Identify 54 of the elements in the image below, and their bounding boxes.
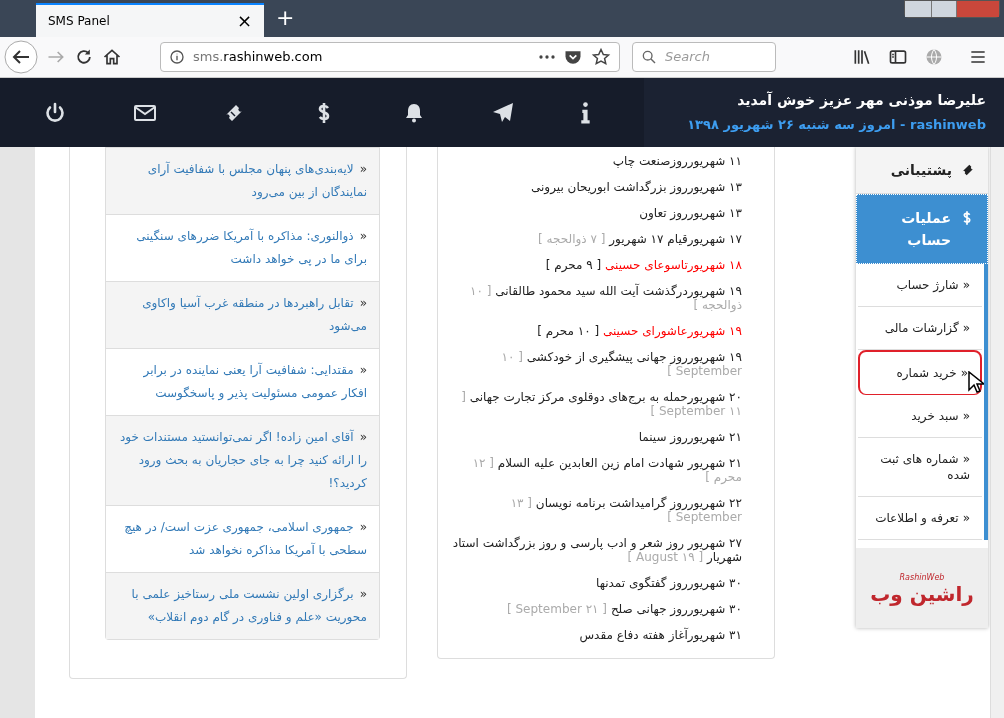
browser-tab[interactable]: SMS Panel × xyxy=(36,3,264,37)
welcome-text: علیرضا موذنی مهر عزیز خوش آمدید xyxy=(736,90,986,111)
event-item: ۳۱ شهریورآغاز هفته دفاع مقدس xyxy=(578,626,742,645)
submenu-item[interactable]: « گزارشات مالی xyxy=(858,307,982,350)
cursor-icon xyxy=(968,371,984,395)
new-tab-icon[interactable]: + xyxy=(276,7,295,29)
info-icon xyxy=(581,101,592,124)
sidebar-item[interactable]: پشتیبانی xyxy=(856,147,988,194)
search-icon xyxy=(641,49,657,65)
date-text: rashinweb - امروز سه شنبه ۲۶ شهریور ۱۳۹۸ xyxy=(686,116,986,135)
submenu-item[interactable]: « سبد خرید xyxy=(858,395,982,438)
news-link[interactable]: « لایه‌بندی‌های پنهان مجلس با شفافیت آرای نمایندگان از بین می‌رود xyxy=(118,158,367,204)
event-item: ۱۷ شهریورقیام ۱۷ شهریور [ ۷ ذوالحجه ] xyxy=(537,231,742,249)
submenu-item[interactable]: « تعرفه و اطلاعات xyxy=(858,497,982,540)
tab-title: SMS Panel xyxy=(48,13,110,30)
event-item: ۱۱ شهریورروزصنعت چاپ xyxy=(611,153,742,171)
event-item: ۱۹ شهریوردرگذشت آیت الله سید محمود طالقانی [ ۱۰ ذوالحجه ] xyxy=(469,282,742,314)
news-link[interactable]: « مقتدایی: شفافیت آرا یعنی نماینده در برابر افکار عمومی مسئولیت پذیر و پاسخگوست xyxy=(118,359,367,405)
event-item: ۱۳ شهریورروز بزرگداشت ابوریحان بیرونی xyxy=(530,179,742,197)
back-icon[interactable] xyxy=(4,40,38,74)
event-item: ۱۹ شهریورروز جهانی پیشگیری از خودکشی [ ۱۰ September ] xyxy=(500,349,742,380)
more-icon[interactable] xyxy=(539,53,555,61)
event-item: ۲۷ شهریور روز شعر و ادب پارسی و روز بزرگداشت استاد شهریار [ ۱۹ August ] xyxy=(451,535,742,566)
scrollbar[interactable] xyxy=(990,147,1004,718)
event-item: ۲۱ شهریورروز سینما xyxy=(637,429,742,447)
event-item: ۲۱ شهریور شهادت امام زین العابدین علیه السلام [ ۱۲ محرم ] xyxy=(471,455,742,486)
event-item: ۱۸ شهریورتاسوعای حسینی [ ۹ محرم ] xyxy=(544,257,742,275)
home-icon[interactable] xyxy=(102,47,122,67)
news-link[interactable]: « آقای امین زاده! اگر نمی‌توانستید مستندات خود را ارائه کنید چرا به جای حجاریان به بحث ورود کردید؟! xyxy=(118,426,367,495)
library-icon[interactable] xyxy=(852,47,872,67)
logo-latin-text: RashinWeb xyxy=(899,572,945,584)
event-item: ۳۰ شهریورروز گفتگوی تمدنها xyxy=(595,575,742,593)
event-item: ۲۲ شهریورروز گرامیداشت برنامه نویسان [ ۱۳ September ] xyxy=(509,495,742,526)
close-icon[interactable]: × xyxy=(236,12,252,30)
submenu-item[interactable]: « شماره های ثبت شده xyxy=(858,438,982,497)
window-controls[interactable] xyxy=(904,0,1000,18)
event-item: ۱۹ شهریورعاشورای حسینی [ ۱۰ محرم ] xyxy=(536,323,742,341)
reload-icon[interactable] xyxy=(74,47,94,67)
event-item: ۲۰ شهریورحمله به برج‌های دوقلوی مرکز تجارت جهانی [ ۱۱ September ] xyxy=(460,389,742,420)
event-item: ۳۰ شهریورروز جهانی صلح [ ۲۱ September ] xyxy=(506,601,742,619)
news-link[interactable]: « تقابل راهبردها در منطقه غرب آسیا واکاوی می‌شود xyxy=(118,292,367,338)
search-input[interactable]: Search xyxy=(665,47,765,67)
event-item: ۱۳ شهریورروز تعاون xyxy=(638,205,742,223)
search-field[interactable]: Search xyxy=(632,42,776,72)
address-bar[interactable]: sms.rashinweb.com xyxy=(160,42,620,72)
logo-text: راشین وب xyxy=(870,584,974,604)
submenu-item[interactable]: « شارژ حساب xyxy=(858,264,982,307)
star-icon[interactable] xyxy=(591,47,611,67)
info-icon[interactable] xyxy=(169,49,185,65)
sidebar-icon[interactable] xyxy=(888,47,908,67)
url-text: sms.rashinweb.com xyxy=(193,48,324,67)
news-link[interactable]: « برگزاری اولین نشست ملی رستاخیز علمی با محوریت «علم و فناوری در گام دوم انقلاب» xyxy=(118,583,367,629)
news-link[interactable]: « جمهوری اسلامی، جمهوری عزت است/ در هیچ سطحی با آمریکا مذاکره نخواهد شد xyxy=(118,516,367,562)
news-link[interactable]: « ذوالنوری: مذاکره با آمریکا ضررهای سنگینی برای ما در پی خواهد داشت xyxy=(118,225,367,271)
